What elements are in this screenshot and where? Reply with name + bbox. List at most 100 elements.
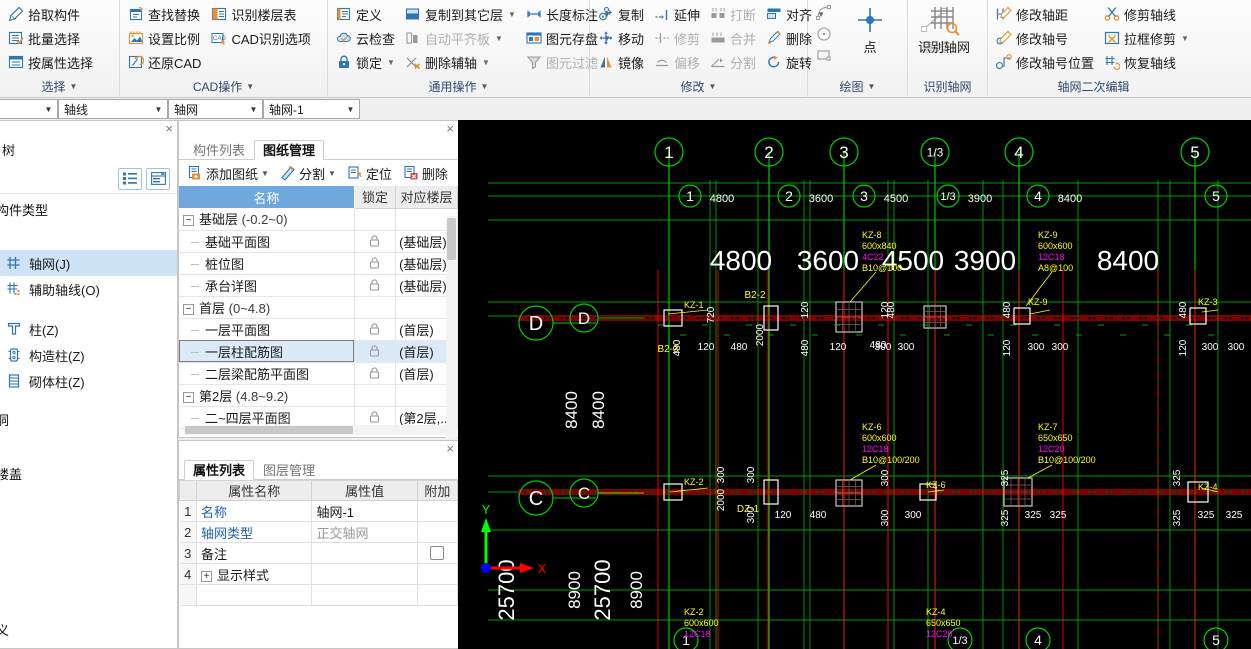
table-row[interactable]: 1 名称 轴网-1 [179, 500, 459, 522]
collapse-icon[interactable]: − [183, 303, 194, 315]
table-row[interactable]: 二层梁配筋平面图 (首层) [179, 362, 458, 385]
drawing-lock-cell[interactable] [354, 274, 397, 297]
tree-item-辅助轴线(O)[interactable]: 辅助轴线(O) [0, 276, 177, 302]
drawing-name[interactable]: 一层柱配筋图 [179, 340, 355, 363]
drawing-toolbar-添加图纸[interactable]: 添加图纸 ▼ [183, 161, 273, 186]
cad-drawing-canvas[interactable]: 1 2 3 1/3 4 5 1 4800 2 3600 3 4500 1/3 3900 4 8400 5 4800… [458, 120, 1251, 649]
drawing-lock-cell[interactable] [354, 362, 397, 385]
ribbon-button-识别楼层表[interactable]: 识别楼层表 [207, 2, 316, 26]
ribbon-button-删除辅轴[interactable]: 删除辅轴 ▼ [401, 50, 522, 74]
ribbon-button-还原CAD[interactable]: 还原CAD [124, 50, 207, 74]
ribbon-button-CAD识别选项[interactable]: CAD CAD识别选项 [207, 26, 316, 50]
ribbon-button-锁定[interactable]: 锁定 ▼ [332, 50, 401, 74]
lock-icon[interactable] [369, 235, 380, 247]
tree-item-构造柱(Z)[interactable]: 构造柱(Z) [0, 342, 177, 368]
tree-item-柱(Z)[interactable]: 柱(Z) [0, 316, 177, 342]
drawing-lock-cell[interactable] [354, 230, 397, 253]
chevron-down-icon[interactable]: ▼ [152, 105, 165, 114]
table-row[interactable]: 基础平面图 (基础层) [179, 230, 458, 253]
close-icon[interactable]: × [165, 121, 173, 136]
tab-图纸管理[interactable]: 图纸管理 [254, 140, 325, 160]
table-row[interactable]: 4 + 显示样式 [179, 563, 459, 585]
prop-value[interactable] [311, 563, 418, 585]
ribbon-button-识别轴网[interactable]: 识别轴网 [912, 2, 976, 56]
tree-group-它[interactable]: 它 [0, 592, 177, 618]
option-combo-3[interactable]: 轴网 ▼ [168, 99, 263, 119]
tree-group-修[interactable]: 修 [0, 514, 177, 540]
prop-name[interactable]: 轴网类型 [196, 521, 313, 543]
close-icon[interactable]: × [446, 121, 454, 136]
tree-group-心楼盖[interactable]: 心楼盖 [0, 462, 177, 488]
ribbon-button-云检查[interactable]: 云检查 [332, 26, 401, 50]
tree-group-定义[interactable]: 定义 [0, 618, 177, 644]
chevron-down-icon[interactable]: ▼ [247, 105, 260, 114]
prop-attach[interactable] [417, 500, 459, 522]
table-row[interactable]: 承台详图 (基础层) [179, 274, 458, 297]
ribbon-button-复制[interactable]: 复制 [594, 2, 650, 26]
ribbon-button-设置比例[interactable]: 设置比例 [124, 26, 207, 50]
chevron-down-icon[interactable]: ▼ [344, 105, 357, 114]
prop-value[interactable]: 正交轴网 [311, 521, 418, 543]
option-combo-4[interactable]: 轴网-1 ▼ [263, 99, 360, 119]
ribbon-button-点[interactable]: 点 [838, 2, 902, 56]
option-combo-1[interactable]: ▼ [0, 99, 58, 119]
drawing-list-vscrollbar[interactable] [446, 216, 457, 438]
drawing-list-hscrollbar[interactable] [184, 425, 452, 435]
chevron-down-icon[interactable]: ▼ [246, 76, 254, 98]
ribbon-button-批量选择[interactable]: 批量选择 [4, 26, 99, 50]
drawing-lock-cell[interactable] [354, 252, 397, 275]
chevron-down-icon[interactable]: ▼ [70, 76, 78, 98]
chevron-down-icon[interactable]: ▼ [387, 58, 395, 67]
chevron-down-icon[interactable]: ▼ [1181, 34, 1189, 43]
tab-构件列表[interactable]: 构件列表 [184, 140, 254, 160]
detail-view-icon[interactable] [146, 167, 170, 190]
drawing-name[interactable]: 桩位图 [179, 252, 355, 275]
drawing-name[interactable]: 承台详图 [179, 274, 355, 297]
ribbon-button-复制到其它层[interactable]: 复制到其它层 ▼ [401, 2, 522, 26]
chevron-down-icon[interactable]: ▼ [495, 34, 503, 43]
ribbon-button-按属性选择[interactable]: 按属性选择 [4, 50, 99, 74]
drawing-col-header-锁定[interactable]: 锁定 [354, 186, 397, 209]
prop-attach[interactable] [417, 521, 459, 543]
close-icon[interactable]: × [446, 441, 454, 456]
drawing-group-name[interactable]: − 基础层 (-0.2~0) [179, 208, 355, 231]
drawing-lock-cell[interactable] [354, 340, 397, 363]
lock-icon[interactable] [369, 323, 380, 335]
prop-name[interactable]: 名称 [196, 500, 313, 522]
lock-icon[interactable] [369, 367, 380, 379]
list-view-icon[interactable] [118, 167, 142, 190]
tree-group-线[interactable]: 线 [0, 224, 177, 250]
tab-属性列表[interactable]: 属性列表 [184, 460, 255, 480]
drawing-name[interactable]: 二层梁配筋平面图 [179, 362, 355, 385]
chevron-down-icon[interactable]: ▼ [508, 10, 516, 19]
ribbon-button-修改轴号[interactable]: 修改轴号 [992, 26, 1100, 50]
tree-group-梯[interactable]: 梯 [0, 488, 177, 514]
ribbon-button-镜像[interactable]: 镜像 [594, 50, 650, 74]
scroll-thumb[interactable] [447, 218, 456, 260]
chevron-down-icon[interactable]: ▼ [709, 76, 717, 98]
lock-icon[interactable] [369, 411, 380, 423]
table-row[interactable]: 桩位图 (基础层) [179, 252, 458, 275]
table-row[interactable]: 2 轴网类型 正交轴网 [179, 521, 459, 543]
table-row[interactable]: 一层平面图 (首层) [179, 318, 458, 341]
ribbon-button-延伸[interactable]: 延伸 [650, 2, 706, 26]
tree-group-方[interactable]: 方 [0, 540, 177, 566]
chevron-down-icon[interactable]: ▼ [481, 76, 489, 98]
ribbon-button-拾取构件[interactable]: 拾取构件 [4, 2, 99, 26]
tree-item-砌体柱(Z)[interactable]: 砌体柱(Z) [0, 368, 177, 394]
table-row[interactable]: 3 备注 [179, 542, 459, 564]
tree-group-础[interactable]: 础 [0, 566, 177, 592]
drawing-toolbar-分割[interactable]: 分割 ▼ [276, 161, 340, 186]
ribbon-button-查找替换[interactable]: 查找替换 [124, 2, 207, 26]
drawing-lock-cell[interactable] [354, 318, 397, 341]
collapse-icon[interactable]: − [183, 391, 194, 403]
chevron-down-icon[interactable]: ▼ [42, 105, 55, 114]
prop-attach[interactable] [417, 542, 459, 564]
checkbox[interactable] [430, 546, 445, 560]
chevron-down-icon[interactable]: ▼ [868, 76, 876, 98]
table-row[interactable]: − 第2层 (4.8~9.2) [179, 384, 458, 407]
ribbon-button-定义[interactable]: 定义 [332, 2, 401, 26]
prop-value[interactable] [311, 542, 418, 564]
table-row[interactable]: 一层柱配筋图 (首层) [179, 340, 458, 363]
ribbon-button-移动[interactable]: 移动 [594, 26, 650, 50]
